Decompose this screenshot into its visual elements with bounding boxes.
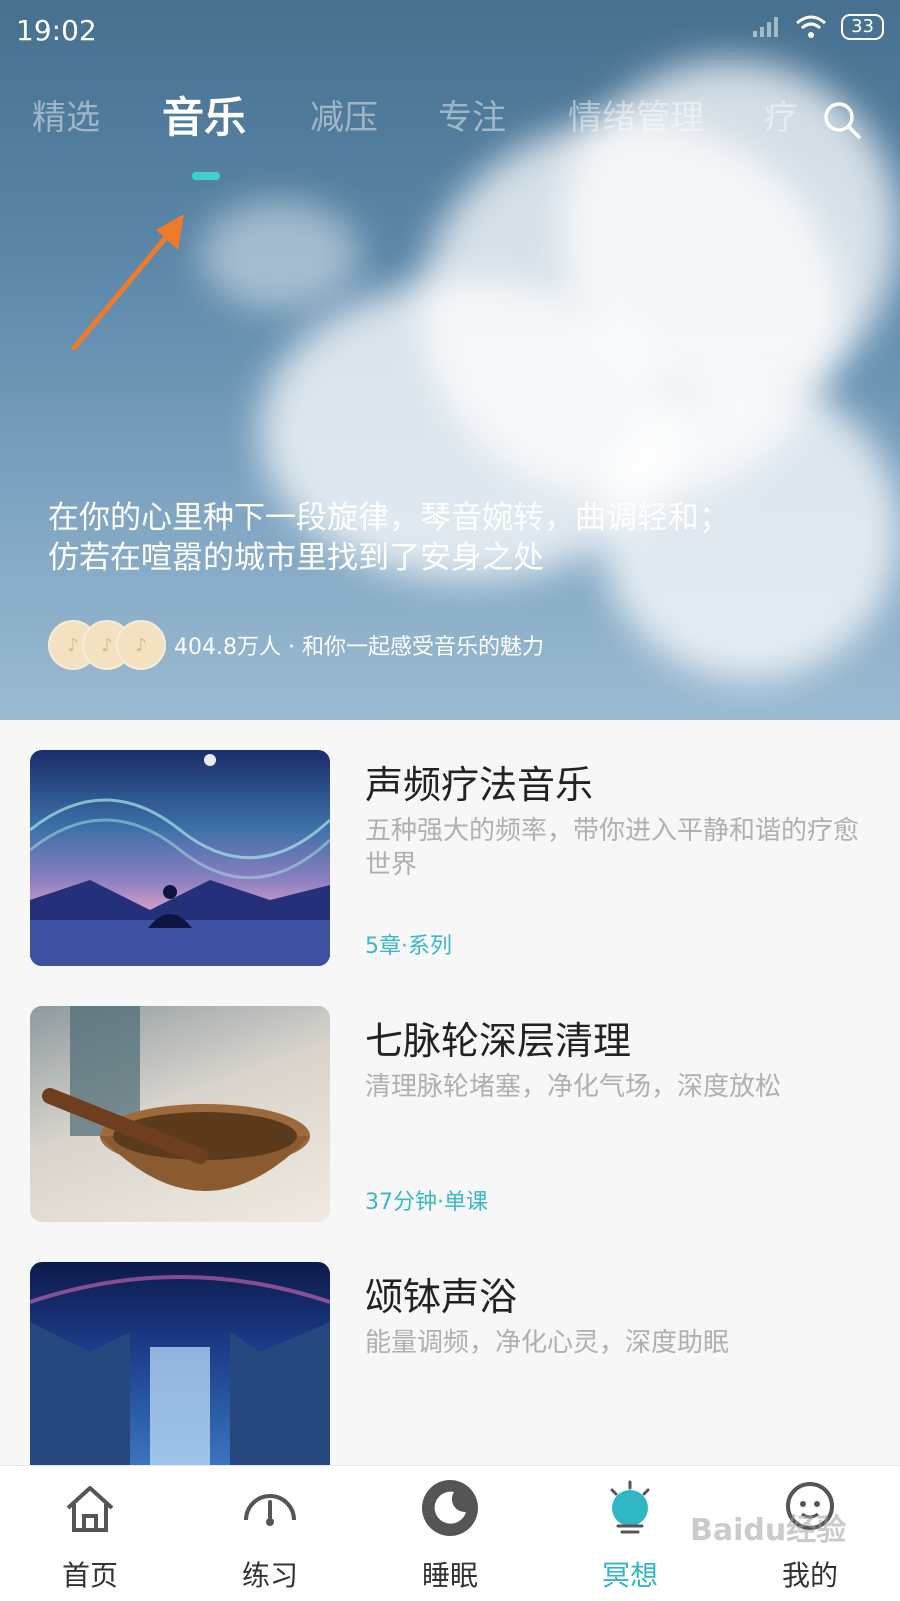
cloud-decoration — [200, 200, 360, 310]
wifi-icon — [796, 15, 827, 38]
course-description: 能量调频，净化心灵，深度助眠 — [365, 1328, 730, 1358]
tab-healing[interactable]: 疗 — [764, 90, 798, 139]
tab-featured[interactable]: 精选 — [32, 90, 100, 139]
listener-count-text: 404.8万人 · 和你一起感受音乐的魅力 — [174, 635, 544, 660]
nav-label: 我的 — [781, 1559, 838, 1592]
tab-focus[interactable]: 专注 — [438, 90, 506, 139]
nav-label: 睡眠 — [421, 1559, 478, 1592]
course-title: 颂钵声浴 — [365, 1275, 518, 1319]
nav-practice[interactable]: 练习 — [180, 1466, 360, 1601]
hero-line-2: 仿若在喧嚣的城市里找到了安身之处 — [48, 540, 544, 576]
annotation-arrow — [71, 214, 184, 351]
tab-stress-relief[interactable]: 减压 — [310, 90, 378, 139]
meditation-figure-image — [30, 754, 330, 966]
course-description: 清理脉轮堵塞，净化气场，深度放松 — [365, 1072, 782, 1102]
avatar-group: ♪ ♪ ♪ — [48, 620, 166, 670]
status-bar: 19:02 33 — [0, 0, 900, 60]
nav-home[interactable]: 首页 — [0, 1466, 180, 1601]
list-item[interactable]: 七脉轮深层清理 清理脉轮堵塞，净化气场，深度放松 37分钟·单课 — [30, 1006, 870, 1222]
search-icon[interactable] — [820, 98, 864, 142]
baidu-watermark: Baidu经验 — [690, 1513, 847, 1548]
moon-icon — [422, 1480, 478, 1536]
home-icon — [66, 1486, 114, 1532]
hero-line-1: 在你的心里种下一段旋律，琴音婉转，曲调轻和； — [48, 500, 730, 536]
active-tab-indicator — [192, 172, 220, 180]
hero-banner[interactable]: 19:02 33 精选 音乐 减压 专注 情绪管理 疗 在你的心里种下一段旋律，… — [0, 0, 900, 720]
nav-label: 首页 — [61, 1559, 118, 1592]
waterfall-image — [30, 1275, 330, 1465]
course-thumbnail — [30, 750, 330, 966]
nav-sleep[interactable]: 睡眠 — [360, 1466, 540, 1601]
battery-indicator: 33 — [841, 14, 884, 40]
nav-label: 冥想 — [601, 1559, 658, 1592]
course-title: 七脉轮深层清理 — [365, 1019, 632, 1063]
gauge-icon — [244, 1494, 296, 1526]
nav-label: 练习 — [241, 1559, 298, 1592]
course-title: 声频疗法音乐 — [365, 763, 594, 807]
hero-description: 在你的心里种下一段旋律，琴音婉转，曲调轻和； 仿若在喧嚣的城市里找到了安身之处 — [48, 498, 868, 578]
course-description: 五种强大的频率，带你进入平静和谐的疗愈世界 — [365, 816, 860, 880]
signal-icon — [753, 17, 779, 37]
meditation-icon — [610, 1480, 650, 1534]
singing-bowl-image — [42, 1006, 310, 1191]
tab-emotion[interactable]: 情绪管理 — [568, 90, 704, 139]
category-tabs: 精选 音乐 减压 专注 情绪管理 疗 — [0, 90, 900, 150]
course-thumbnail — [30, 1262, 330, 1465]
tab-music[interactable]: 音乐 — [162, 84, 246, 145]
course-meta: 37分钟·单课 — [365, 1190, 488, 1215]
course-thumbnail — [30, 1006, 330, 1222]
list-item[interactable]: 颂钵声浴 能量调频，净化心灵，深度助眠 — [30, 1262, 870, 1465]
course-list: 声频疗法音乐 五种强大的频率，带你进入平静和谐的疗愈世界 5章·系列 七脉轮深层… — [0, 720, 900, 1465]
course-meta: 5章·系列 — [365, 934, 452, 959]
status-time: 19:02 — [16, 14, 97, 47]
listener-count: ♪ ♪ ♪ 404.8万人 · 和你一起感受音乐的魅力 — [48, 620, 544, 670]
list-item[interactable]: 声频疗法音乐 五种强大的频率，带你进入平静和谐的疗愈世界 5章·系列 — [30, 750, 870, 966]
status-icons: 33 — [751, 14, 884, 40]
avatar: ♪ — [116, 620, 166, 670]
